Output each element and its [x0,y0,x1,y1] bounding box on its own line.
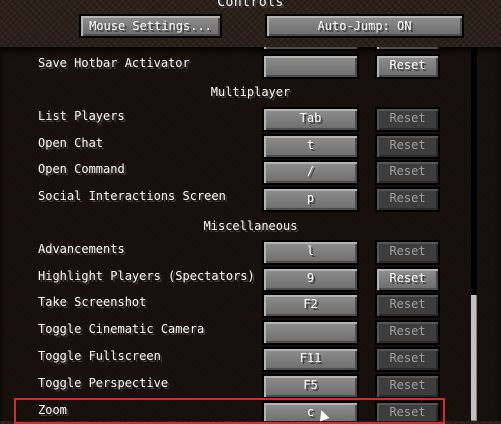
mouse-settings-button[interactable]: Mouse Settings... [79,14,222,38]
reset-button-open-chat[interactable]: Reset [375,134,440,159]
reset-button[interactable] [375,47,440,51]
key-button-fullscreen[interactable]: F11 [262,347,359,372]
auto-jump-button[interactable]: Auto-Jump: ON [265,14,464,38]
keybind-label-social-interactions: Social Interactions Screen [38,189,226,203]
keybind-label-open-chat: Open Chat [38,136,104,150]
key-button-open-chat[interactable]: t [262,134,359,159]
section-header-multiplayer: Multiplayer [210,85,291,99]
reset-button-list-players[interactable]: Reset [375,107,440,132]
keybind-list[interactable]: Save Hotbar Activator Reset Multiplayer … [0,47,501,421]
key-button-advancements[interactable]: l [262,240,359,265]
reset-button-perspective[interactable]: Reset [375,374,440,399]
keybind-label-cinematic-camera: Toggle Cinematic Camera [38,322,205,336]
scrollbar-thumb[interactable] [471,295,477,421]
reset-button-fullscreen[interactable]: Reset [375,347,440,372]
key-button-highlight-players[interactable]: 9 [262,267,359,292]
reset-button-highlight-players[interactable]: Reset [375,267,440,292]
key-button-save-hotbar[interactable] [262,54,359,79]
page-title: Controls [217,0,284,10]
keybind-label-save-hotbar: Save Hotbar Activator [38,56,190,70]
section-header-miscellaneous: Miscellaneous [203,219,298,233]
key-button-perspective[interactable]: F5 [262,374,359,399]
reset-button-social-interactions[interactable]: Reset [375,187,440,212]
reset-button-zoom[interactable]: Reset [375,401,440,421]
keybind-label-highlight-players: Highlight Players (Spectators) [38,269,255,283]
keybind-label-perspective: Toggle Perspective [38,376,169,390]
key-button-cinematic-camera[interactable] [262,320,359,345]
reset-button-save-hotbar[interactable]: Reset [375,54,440,79]
key-button-take-screenshot[interactable]: F2 [262,293,359,318]
keybind-label-open-command: Open Command [38,162,125,176]
reset-button-open-command[interactable]: Reset [375,160,440,185]
key-button-zoom[interactable]: c [262,401,359,421]
reset-button-cinematic-camera[interactable]: Reset [375,320,440,345]
key-button-social-interactions[interactable]: p [262,187,359,212]
keybind-label-zoom: Zoom [38,403,67,417]
keybind-label-list-players: List Players [38,109,125,123]
key-button-open-command[interactable]: / [262,160,359,185]
keybind-label-take-screenshot: Take Screenshot [38,295,147,309]
reset-button-take-screenshot[interactable]: Reset [375,293,440,318]
key-button[interactable] [262,47,359,51]
reset-button-advancements[interactable]: Reset [375,240,440,265]
keybind-label-fullscreen: Toggle Fullscreen [38,349,161,363]
keybind-label-advancements: Advancements [38,242,125,256]
header-area: Controls Mouse Settings... Auto-Jump: ON [0,0,501,47]
key-button-list-players[interactable]: Tab [262,107,359,132]
